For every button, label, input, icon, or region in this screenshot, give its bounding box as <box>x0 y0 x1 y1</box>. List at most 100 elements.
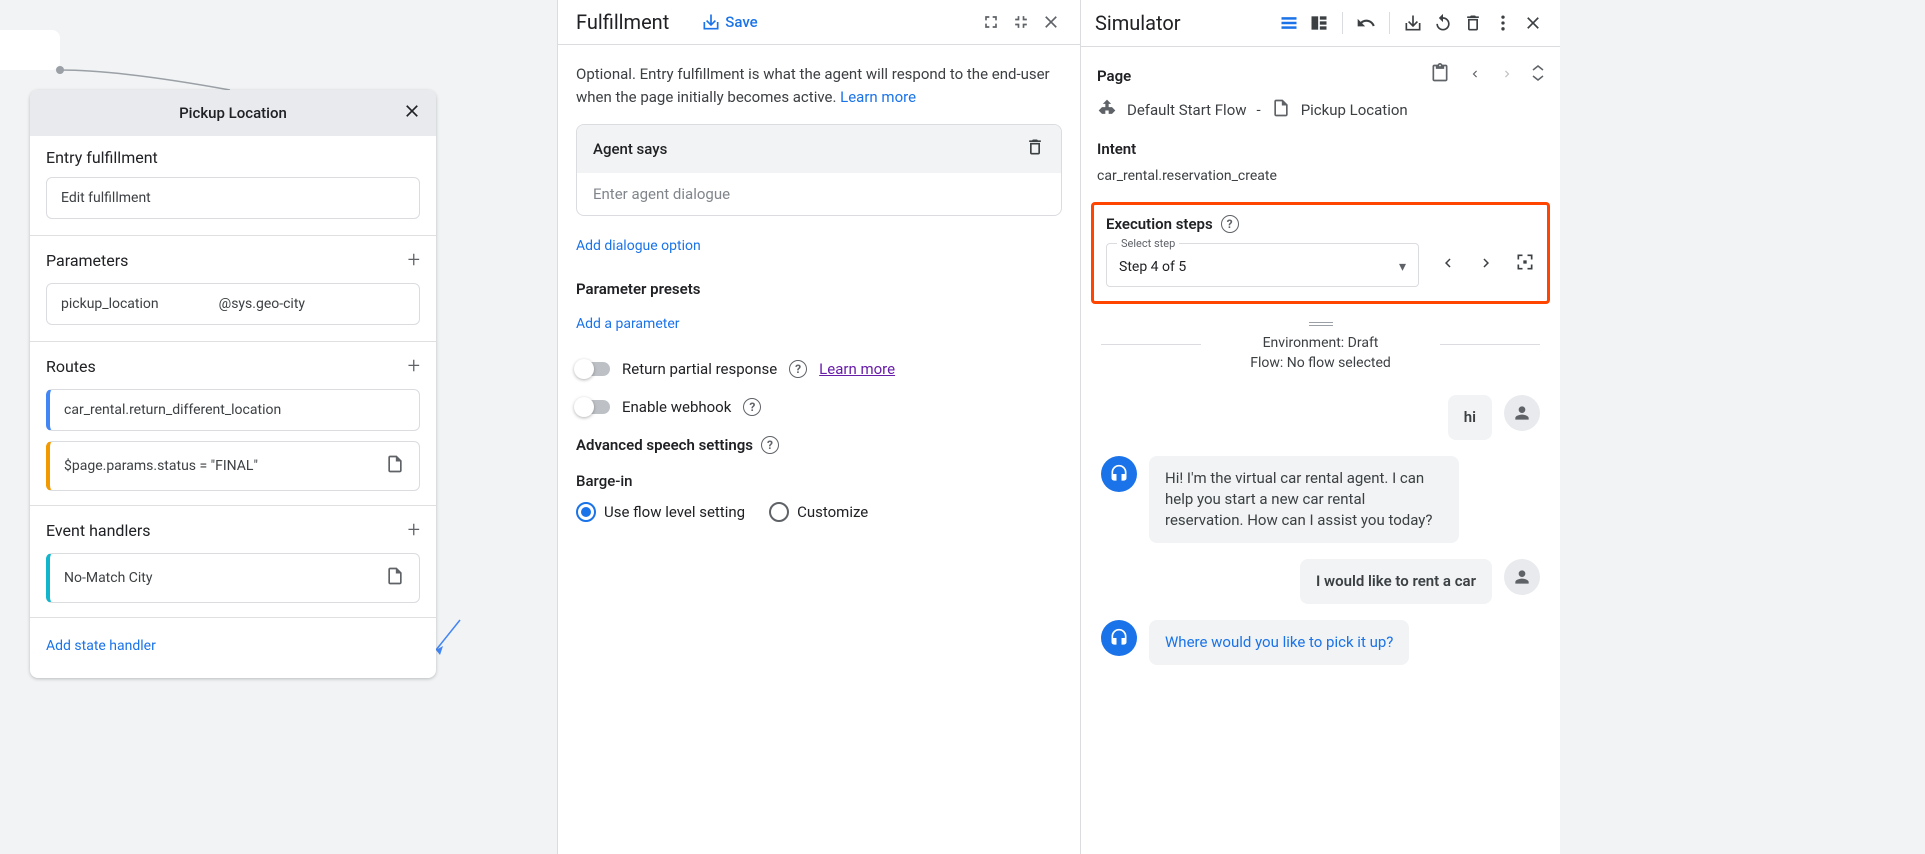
customize-label: Customize <box>797 503 868 521</box>
close-icon[interactable] <box>1520 10 1546 36</box>
user-bubble: hi <box>1448 395 1492 440</box>
entry-fulfillment-title: Entry fulfillment <box>46 148 158 167</box>
env-line-1: Environment: Draft <box>1101 334 1540 354</box>
route-item-1[interactable]: car_rental.return_different_location <box>46 389 420 431</box>
simulator-title: Simulator <box>1095 11 1181 35</box>
return-partial-label: Return partial response <box>622 360 777 378</box>
fulfillment-panel: Fulfillment Save Optional. Entry fulfill… <box>557 0 1081 854</box>
save-button[interactable]: Save <box>701 12 757 32</box>
collapse-icon[interactable] <box>1010 11 1032 33</box>
close-icon[interactable] <box>1040 11 1062 33</box>
drag-handle[interactable] <box>1306 322 1336 326</box>
agent-bubble: Where would you like to pick it up? <box>1149 620 1409 665</box>
page-name: Pickup Location <box>1301 101 1408 119</box>
customize-radio[interactable]: Customize <box>769 502 868 522</box>
page-card-header: Pickup Location <box>30 90 436 136</box>
learn-more-link[interactable]: Learn more <box>840 88 916 106</box>
select-step-legend: Select step <box>1117 237 1179 250</box>
add-event-handler-icon[interactable]: + <box>408 518 420 543</box>
route-item-2[interactable]: $page.params.status = "FINAL" <box>46 441 420 491</box>
page-label-row: Page <box>1097 63 1544 88</box>
undo-icon[interactable] <box>1353 10 1379 36</box>
next-step-button[interactable] <box>1477 253 1495 278</box>
flow-canvas[interactable]: Pickup Location Entry fulfillment Edit f… <box>0 0 557 854</box>
execution-steps-label: Execution steps <box>1106 215 1213 233</box>
learn-more-link-2[interactable]: Learn more <box>819 360 895 378</box>
help-icon[interactable]: ? <box>743 398 761 416</box>
page-title: Pickup Location <box>179 104 287 122</box>
help-icon[interactable]: ? <box>789 360 807 378</box>
enable-webhook-toggle[interactable] <box>576 400 610 414</box>
parameters-title: Parameters <box>46 251 128 270</box>
event-handlers-section: Event handlers + No-Match City <box>30 506 436 618</box>
flow-icon <box>1097 98 1117 122</box>
routes-title: Routes <box>46 357 96 376</box>
help-icon[interactable]: ? <box>1221 215 1239 233</box>
param-entity: @sys.geo-city <box>219 296 305 312</box>
radio-checked-icon <box>576 502 596 522</box>
user-avatar-icon <box>1504 395 1540 431</box>
close-icon[interactable] <box>402 101 422 126</box>
prev-step-button[interactable] <box>1439 253 1457 278</box>
intent-value: car_rental.reservation_create <box>1097 168 1544 184</box>
clipboard-icon[interactable] <box>1430 63 1450 88</box>
add-route-icon[interactable]: + <box>408 354 420 379</box>
edit-fulfillment-button[interactable]: Edit fulfillment <box>46 177 420 219</box>
chat-transcript: Environment: Draft Flow: No flow selecte… <box>1097 334 1544 665</box>
more-icon[interactable] <box>1490 10 1516 36</box>
entry-fulfillment-section: Entry fulfillment Edit fulfillment <box>30 136 436 236</box>
page-breadcrumb: Default Start Flow - Pickup Location <box>1097 98 1544 122</box>
help-icon[interactable]: ? <box>761 436 779 454</box>
use-flow-level-radio[interactable]: Use flow level setting <box>576 502 745 522</box>
view-compact-icon[interactable] <box>1276 10 1302 36</box>
advanced-speech-label: Advanced speech settings <box>576 436 753 454</box>
add-dialogue-link[interactable]: Add dialogue option <box>576 230 701 262</box>
page-icon <box>385 454 405 478</box>
page-icon <box>1271 98 1291 122</box>
param-name: pickup_location <box>61 296 159 312</box>
agent-avatar-icon <box>1101 620 1137 656</box>
event-label: No-Match City <box>64 570 153 586</box>
parameter-presets-heading: Parameter presets <box>576 280 1062 298</box>
add-state-handler-link[interactable]: Add state handler <box>46 630 156 662</box>
save-test-icon[interactable] <box>1400 10 1426 36</box>
agent-says-label: Agent says <box>593 140 667 158</box>
enable-webhook-label: Enable webhook <box>622 398 731 416</box>
focus-icon[interactable] <box>1515 252 1535 278</box>
parameter-row[interactable]: pickup_location @sys.geo-city <box>46 283 420 325</box>
add-parameter-link[interactable]: Add a parameter <box>576 308 680 340</box>
expand-icon[interactable] <box>980 11 1002 33</box>
start-node[interactable] <box>0 30 60 70</box>
intent-label: Intent <box>1097 140 1544 158</box>
prev-page-icon[interactable] <box>1468 65 1482 86</box>
description-text: Optional. Entry fulfillment is what the … <box>576 65 1050 106</box>
route-label: car_rental.return_different_location <box>64 402 281 418</box>
page-label: Page <box>1097 67 1131 85</box>
step-select[interactable]: Select step Step 4 of 5 ▾ <box>1106 243 1419 287</box>
delete-icon[interactable] <box>1460 10 1486 36</box>
page-icon <box>385 566 405 590</box>
edit-fulfillment-label: Edit fulfillment <box>61 190 151 206</box>
user-message-1: hi <box>1101 395 1540 440</box>
view-split-icon[interactable] <box>1306 10 1332 36</box>
select-step-value: Step 4 of 5 <box>1119 259 1186 275</box>
save-label: Save <box>725 13 757 31</box>
user-bubble: I would like to rent a car <box>1300 559 1492 604</box>
return-partial-toggle[interactable] <box>576 362 610 376</box>
collapse-section-icon[interactable] <box>1532 65 1544 86</box>
user-message-2: I would like to rent a car <box>1101 559 1540 604</box>
flow-name: Default Start Flow <box>1127 101 1247 119</box>
event-handler-item[interactable]: No-Match City <box>46 553 420 603</box>
dropdown-arrow-icon: ▾ <box>1399 259 1406 275</box>
delete-icon[interactable] <box>1025 137 1045 161</box>
replay-icon[interactable] <box>1430 10 1456 36</box>
next-page-icon[interactable] <box>1500 65 1514 86</box>
breadcrumb-separator: - <box>1257 101 1261 119</box>
add-parameter-icon[interactable]: + <box>408 248 420 273</box>
agent-bubble: Hi! I'm the virtual car rental agent. I … <box>1149 456 1459 543</box>
agent-message-1: Hi! I'm the virtual car rental agent. I … <box>1101 456 1540 543</box>
agent-dialogue-input[interactable]: Enter agent dialogue <box>577 173 1061 215</box>
page-card: Pickup Location Entry fulfillment Edit f… <box>30 90 436 678</box>
simulator-panel: Simulator Page <box>1081 0 1560 854</box>
execution-steps-highlight: Execution steps ? Select step Step 4 of … <box>1091 202 1550 304</box>
